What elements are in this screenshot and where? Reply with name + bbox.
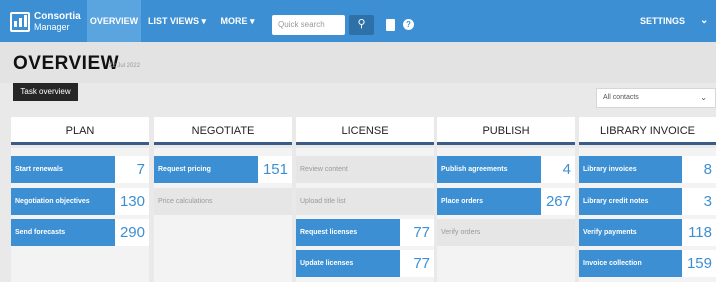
tile-count: 4 xyxy=(541,156,575,183)
tile-label: Place orders xyxy=(437,188,541,215)
tile-count: 130 xyxy=(115,188,149,215)
tile-label: Library invoices xyxy=(579,156,683,183)
tile-label: Verify orders xyxy=(437,219,575,246)
tile-label: Library credit notes xyxy=(579,188,683,215)
book-icon[interactable] xyxy=(386,19,395,31)
nav-settings[interactable]: SETTINGS xyxy=(640,0,685,42)
nav-overview[interactable]: OVERVIEW xyxy=(87,0,141,42)
app-logo[interactable]: Consortia Manager xyxy=(10,9,90,35)
tile-label: Request pricing xyxy=(154,156,258,183)
column-body: Publish agreements 4 Place orders 267 Ve… xyxy=(437,148,575,282)
column-plan: PLAN Start renewals 7 Negotiation object… xyxy=(11,117,149,282)
tile-invoice-collection[interactable]: Invoice collection 159 xyxy=(579,250,716,277)
tile-label: Send forecasts xyxy=(11,219,115,246)
column-body: Review content Upload title list Request… xyxy=(296,148,434,282)
tile-label: Price calculations xyxy=(154,188,292,215)
tile-label: Update licenses xyxy=(296,250,400,277)
column-license: LICENSE Review content Upload title list… xyxy=(296,117,434,282)
tile-library-credit-notes[interactable]: Library credit notes 3 xyxy=(579,188,716,215)
chevron-down-icon: ⌄ xyxy=(700,93,707,102)
column-publish: PUBLISH Publish agreements 4 Place order… xyxy=(437,117,575,282)
logo-text: Consortia Manager xyxy=(34,11,81,33)
tile-label: Verify payments xyxy=(579,219,683,246)
tile-count: 77 xyxy=(400,250,434,277)
chevron-down-icon[interactable]: ⌄ xyxy=(700,0,708,42)
tile-library-invoices[interactable]: Library invoices 8 xyxy=(579,156,716,183)
contacts-select-value: All contacts xyxy=(603,94,639,101)
tile-count: 8 xyxy=(682,156,716,183)
tile-label: Start renewals xyxy=(11,156,115,183)
tile-count: 3 xyxy=(682,188,716,215)
logo-name: Consortia xyxy=(34,11,81,22)
column-title: PUBLISH xyxy=(437,117,575,145)
column-title: LICENSE xyxy=(296,117,434,145)
tile-send-forecasts[interactable]: Send forecasts 290 xyxy=(11,219,149,246)
column-title: LIBRARY INVOICE xyxy=(579,117,716,145)
search-input[interactable]: Quick search xyxy=(272,15,345,35)
tile-count: 77 xyxy=(400,219,434,246)
page-date: 22 Jul 2022 xyxy=(109,63,141,69)
help-icon[interactable]: ? xyxy=(403,19,414,30)
top-nav-bar: Consortia Manager OVERVIEW LIST VIEWS ▾ … xyxy=(0,0,716,42)
column-negotiate: NEGOTIATE Request pricing 151 Price calc… xyxy=(154,117,292,282)
tile-review-content[interactable]: Review content xyxy=(296,156,434,183)
page-title: OVERVIEW xyxy=(13,53,120,74)
tile-verify-payments[interactable]: Verify payments 118 xyxy=(579,219,716,246)
tile-count: 267 xyxy=(541,188,575,215)
column-title: PLAN xyxy=(11,117,149,145)
tile-request-licenses[interactable]: Request licenses 77 xyxy=(296,219,434,246)
contacts-select[interactable]: All contacts ⌄ xyxy=(596,88,716,108)
column-library-invoice: LIBRARY INVOICE Library invoices 8 Libra… xyxy=(579,117,716,282)
tile-price-calculations[interactable]: Price calculations xyxy=(154,188,292,215)
tile-label: Negotiation objectives xyxy=(11,188,115,215)
tile-request-pricing[interactable]: Request pricing 151 xyxy=(154,156,292,183)
tile-verify-orders[interactable]: Verify orders xyxy=(437,219,575,246)
column-body: Start renewals 7 Negotiation objectives … xyxy=(11,148,149,282)
column-body: Request pricing 151 Price calculations xyxy=(154,148,292,282)
search-button[interactable]: ⚲ xyxy=(349,15,374,35)
logo-subname: Manager xyxy=(34,22,70,32)
column-title: NEGOTIATE xyxy=(154,117,292,145)
tile-place-orders[interactable]: Place orders 267 xyxy=(437,188,575,215)
column-body: Library invoices 8 Library credit notes … xyxy=(579,148,716,282)
nav-list-views[interactable]: LIST VIEWS ▾ xyxy=(144,0,210,42)
tile-count: 7 xyxy=(115,156,149,183)
tile-start-renewals[interactable]: Start renewals 7 xyxy=(11,156,149,183)
tile-update-licenses[interactable]: Update licenses 77 xyxy=(296,250,434,277)
tile-upload-title-list[interactable]: Upload title list xyxy=(296,188,434,215)
tile-count: 159 xyxy=(682,250,716,277)
tile-label: Upload title list xyxy=(296,188,434,215)
search-icon: ⚲ xyxy=(357,18,366,30)
tile-count: 151 xyxy=(258,156,292,183)
tile-count: 290 xyxy=(115,219,149,246)
tile-label: Publish agreements xyxy=(437,156,541,183)
nav-more[interactable]: MORE ▾ xyxy=(214,0,261,42)
task-overview-button[interactable]: Task overview xyxy=(13,83,78,101)
tile-count: 118 xyxy=(682,219,716,246)
tile-label: Review content xyxy=(296,156,434,183)
tile-negotiation-objectives[interactable]: Negotiation objectives 130 xyxy=(11,188,149,215)
chart-logo-icon xyxy=(10,12,30,32)
tile-label: Invoice collection xyxy=(579,250,683,277)
tile-label: Request licenses xyxy=(296,219,400,246)
tile-publish-agreements[interactable]: Publish agreements 4 xyxy=(437,156,575,183)
